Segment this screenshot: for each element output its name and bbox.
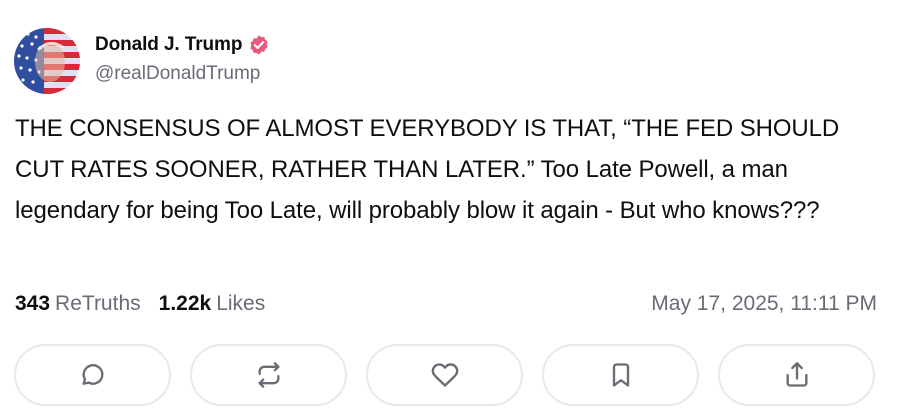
post-timestamp[interactable]: May 17, 2025, 11:11 PM [651, 292, 877, 316]
post-stats: 343 ReTruths 1.22k Likes May 17, 2025, 11:… [15, 290, 877, 318]
likes-count: 1.22k [158, 292, 212, 315]
share-icon [786, 362, 807, 387]
retruths-stat[interactable]: 343 ReTruths [15, 292, 141, 316]
bookmark-icon [612, 363, 629, 387]
post-text: THE CONSENSUS OF ALMOST EVERYBODY IS THA… [15, 115, 840, 224]
avatar[interactable] [14, 28, 80, 94]
likes-stat[interactable]: 1.22k Likes [159, 292, 266, 316]
share-button[interactable] [718, 344, 875, 406]
likes-label: Likes [216, 292, 266, 315]
post-card: Donald J. Trump @realDonaldTrump THE CON… [0, 0, 898, 420]
verified-badge-icon [248, 34, 270, 56]
repost-icon [258, 362, 279, 388]
retruths-label: ReTruths [55, 292, 141, 315]
like-button[interactable] [366, 344, 523, 406]
post-header: Donald J. Trump @realDonaldTrump [14, 28, 270, 94]
reply-button[interactable] [14, 344, 171, 406]
heart-icon [431, 363, 458, 387]
name-row: Donald J. Trump [95, 31, 270, 59]
bookmark-button[interactable] [542, 344, 699, 406]
comment-icon [82, 364, 104, 385]
avatar-image [14, 28, 80, 94]
action-bar [14, 344, 875, 406]
retruth-button[interactable] [190, 344, 347, 406]
display-name[interactable]: Donald J. Trump [95, 34, 242, 56]
author-handle[interactable]: @realDonaldTrump [95, 63, 270, 85]
author-identity: Donald J. Trump @realDonaldTrump [95, 31, 270, 85]
retruths-count: 343 [15, 292, 51, 315]
